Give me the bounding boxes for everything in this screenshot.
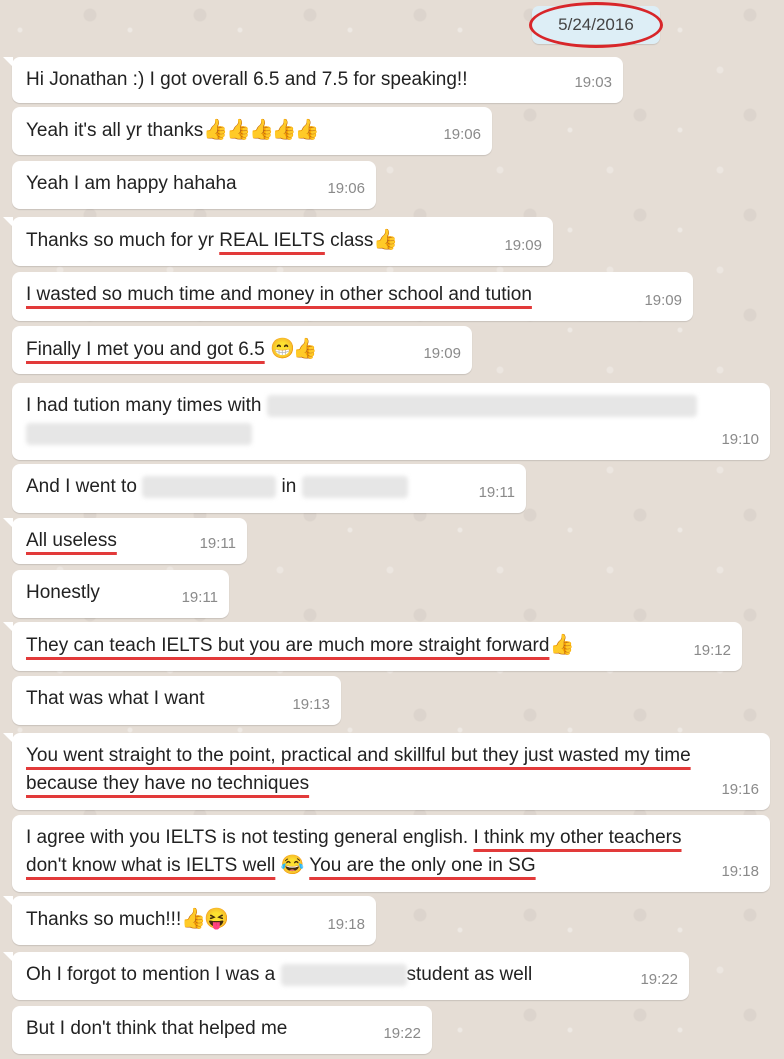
highlighted-text: I think my other teachers bbox=[473, 827, 682, 848]
message-text: class bbox=[324, 230, 374, 251]
message-text: And I went to bbox=[26, 476, 137, 497]
highlighted-text: You went straight to the point, practica… bbox=[26, 745, 691, 766]
highlighted-text: All useless bbox=[26, 530, 117, 551]
message-time: 19:03 bbox=[574, 74, 612, 91]
redacted-text bbox=[142, 475, 277, 498]
message-bubble[interactable]: Finally I met you and got 6.5 😁👍 19:09 bbox=[12, 326, 472, 374]
thumbs-up-tongue-emoji: 👍😝 bbox=[181, 908, 229, 930]
message-text: Thanks so much for yr bbox=[26, 230, 220, 251]
tears-of-joy-emoji: 😂 bbox=[280, 855, 305, 876]
message-bubble[interactable]: You went straight to the point, practica… bbox=[3, 733, 770, 810]
highlighted-text: don't know what is IELTS well bbox=[26, 855, 276, 876]
redacted-text bbox=[301, 475, 408, 498]
highlighted-text: Finally I met you and got 6.5 bbox=[26, 339, 265, 360]
redacted-text bbox=[266, 394, 697, 417]
redacted-text bbox=[26, 422, 252, 445]
highlighted-text: REAL IELTS bbox=[219, 230, 325, 251]
message-time: 19:09 bbox=[423, 345, 461, 362]
message-text: Yeah it's all yr thanks bbox=[26, 120, 204, 141]
message-bubble[interactable]: That was what I want 19:13 bbox=[12, 676, 341, 725]
highlighted-text: They can teach IELTS but you are much mo… bbox=[26, 635, 550, 656]
message-bubble[interactable]: All useless 19:11 bbox=[3, 518, 247, 564]
thumbs-up-emoji: 👍 bbox=[373, 229, 398, 251]
message-time: 19:11 bbox=[181, 589, 218, 606]
message-text: That was what I want bbox=[26, 688, 205, 709]
message-text: Thanks so much!!! bbox=[26, 909, 182, 930]
message-bubble[interactable]: Honestly 19:11 bbox=[12, 570, 229, 618]
grin-thumbs-up-emoji: 😁👍 bbox=[269, 338, 318, 360]
message-time: 19:11 bbox=[478, 484, 515, 501]
message-bubble[interactable]: They can teach IELTS but you are much mo… bbox=[3, 622, 742, 671]
message-time: 19:10 bbox=[721, 431, 759, 448]
message-text: student as well bbox=[406, 964, 533, 985]
date-chip: 5/24/2016 bbox=[532, 6, 660, 44]
message-time: 19:18 bbox=[327, 916, 365, 933]
message-text: But I don't think that helped me bbox=[26, 1018, 288, 1039]
message-time: 19:06 bbox=[443, 126, 481, 143]
message-bubble[interactable]: Thanks so much!!!👍😝 19:18 bbox=[3, 896, 376, 945]
message-text: I had tution many times with bbox=[26, 395, 262, 416]
message-text: Yeah I am happy hahaha bbox=[26, 173, 237, 194]
message-time: 19:18 bbox=[721, 863, 759, 880]
message-time: 19:12 bbox=[693, 642, 731, 659]
message-bubble[interactable]: I agree with you IELTS is not testing ge… bbox=[12, 815, 770, 892]
message-bubble[interactable]: But I don't think that helped me 19:22 bbox=[12, 1006, 432, 1054]
message-bubble[interactable]: Thanks so much for yr REAL IELTS class👍 … bbox=[3, 217, 553, 266]
message-bubble[interactable]: Yeah I am happy hahaha 19:06 bbox=[12, 161, 376, 209]
message-bubble[interactable]: I wasted so much time and money in other… bbox=[12, 272, 693, 321]
message-bubble[interactable]: I had tution many times with 19:10 bbox=[12, 383, 770, 460]
message-time: 19:09 bbox=[504, 237, 542, 254]
message-time: 19:16 bbox=[721, 781, 759, 798]
message-time: 19:09 bbox=[644, 292, 682, 309]
message-time: 19:22 bbox=[640, 971, 678, 988]
message-time: 19:13 bbox=[292, 696, 330, 713]
redacted-text bbox=[280, 963, 407, 986]
message-bubble[interactable]: And I went to in 19:11 bbox=[12, 464, 526, 513]
message-time: 19:11 bbox=[199, 535, 236, 552]
message-bubble[interactable]: Oh I forgot to mention I was a student a… bbox=[3, 952, 689, 1000]
message-time: 19:06 bbox=[327, 180, 365, 197]
message-bubble[interactable]: Yeah it's all yr thanks👍👍👍👍👍 19:06 bbox=[12, 107, 492, 155]
message-text: Oh I forgot to mention I was a bbox=[26, 964, 276, 985]
thumbs-up-emoji: 👍👍👍👍👍 bbox=[203, 119, 320, 141]
message-bubble[interactable]: Hi Jonathan :) I got overall 6.5 and 7.5… bbox=[3, 57, 623, 103]
highlighted-text: I wasted so much time and money in other… bbox=[26, 284, 532, 305]
message-text: Honestly bbox=[26, 582, 100, 603]
message-text: Hi Jonathan :) I got overall 6.5 and 7.5… bbox=[26, 69, 468, 90]
message-text: in bbox=[281, 476, 297, 497]
thumbs-up-emoji: 👍 bbox=[549, 634, 574, 656]
highlighted-text: because they have no techniques bbox=[26, 773, 310, 794]
highlighted-text: You are the only one in SG bbox=[309, 855, 536, 876]
message-text: I agree with you IELTS is not testing ge… bbox=[26, 827, 474, 848]
message-time: 19:22 bbox=[383, 1025, 421, 1042]
